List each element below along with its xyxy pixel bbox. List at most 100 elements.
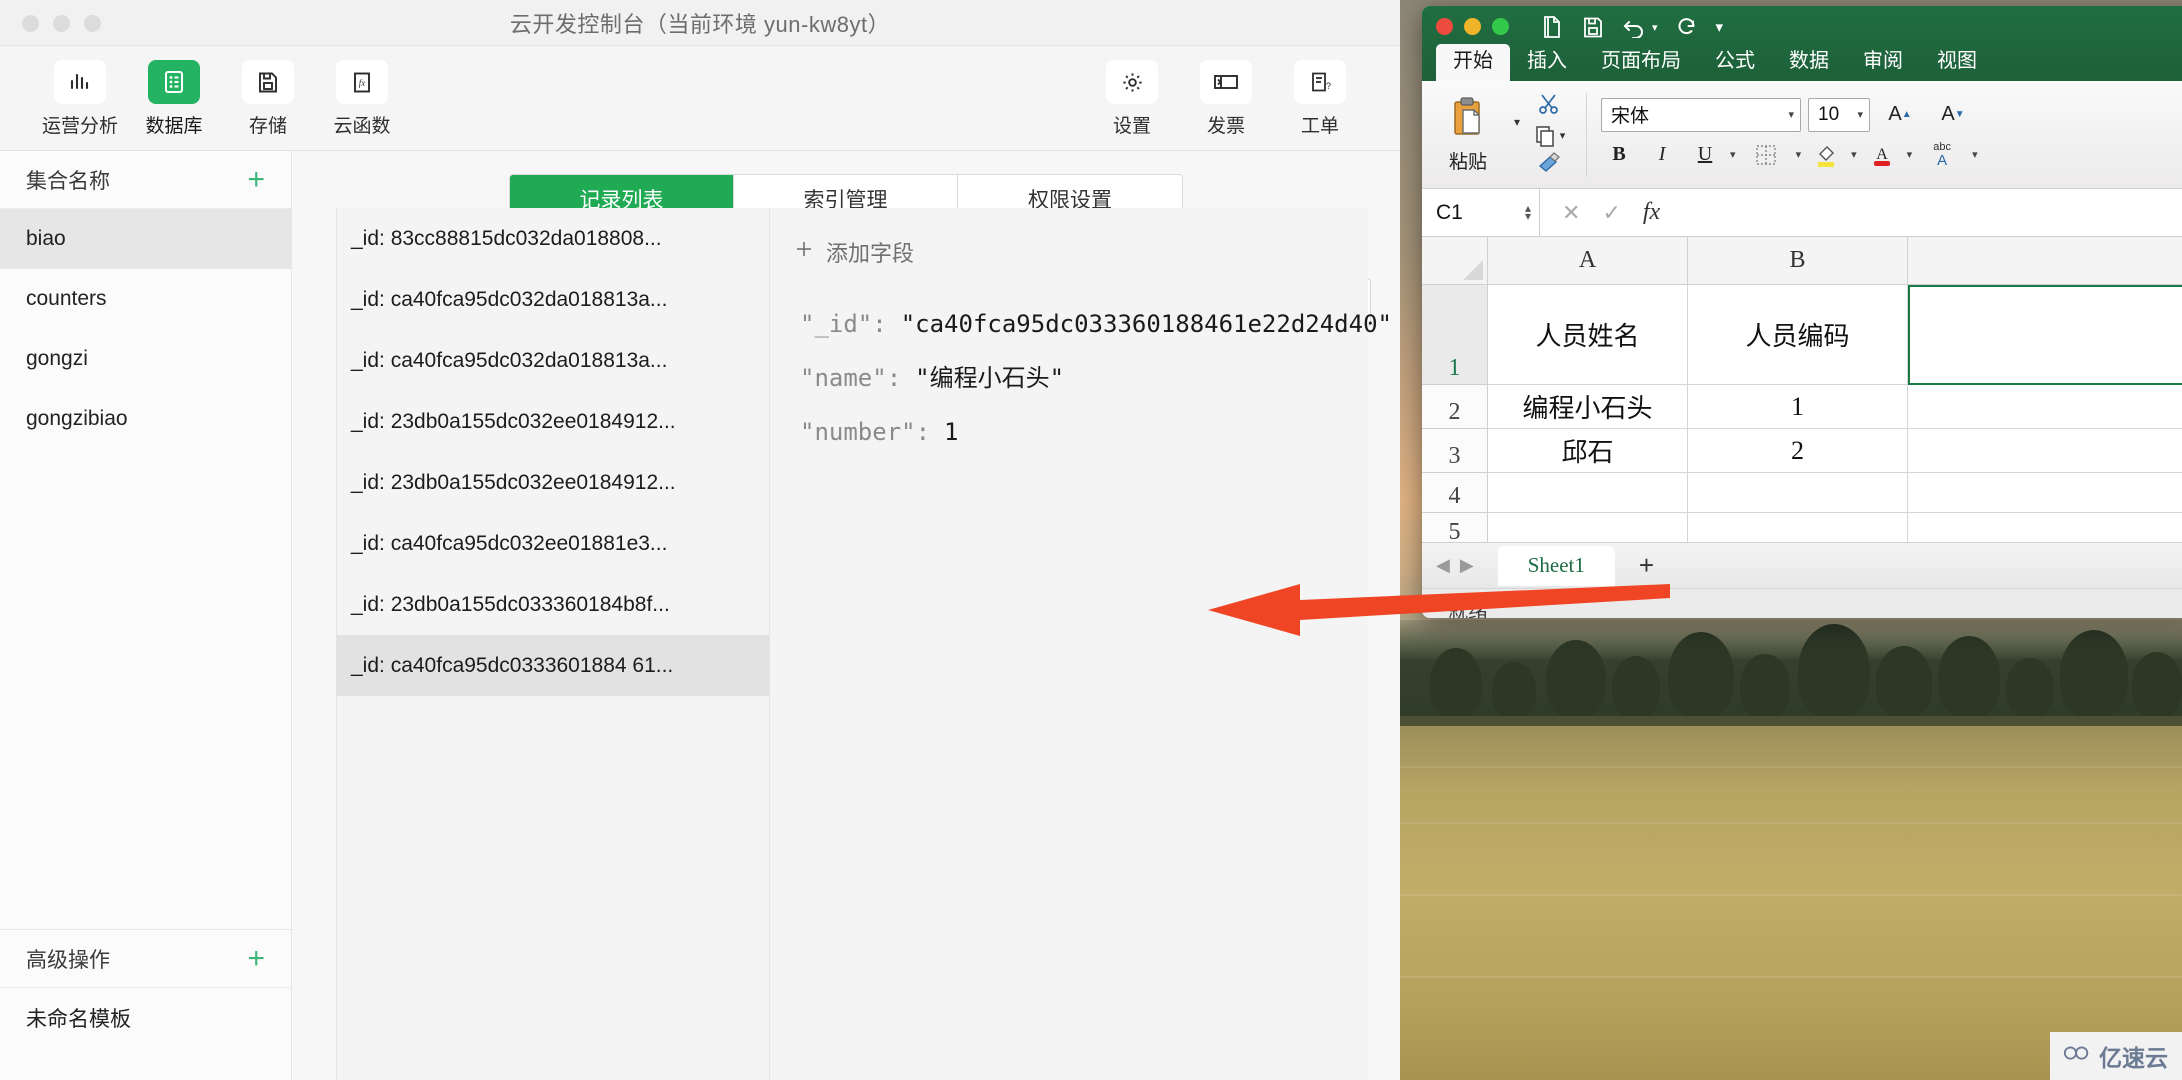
ribbon-tab-page-layout[interactable]: 页面布局 <box>1584 44 1698 81</box>
confirm-check-icon[interactable]: ✓ <box>1602 200 1620 226</box>
grow-font-icon[interactable]: A ▲ <box>1877 98 1923 132</box>
undo-icon[interactable]: ▾ <box>1622 16 1658 38</box>
borders-icon[interactable] <box>1743 138 1789 172</box>
record-list-item[interactable]: _id: 23db0a155dc032ee0184912... <box>337 391 769 452</box>
add-collection-plus-icon[interactable]: + <box>247 164 265 195</box>
font-color-dropdown-caret-icon[interactable]: ▾ <box>1907 148 1913 161</box>
fx-icon[interactable]: fx <box>1643 199 1660 226</box>
record-list-item[interactable]: _id: 83cc88815dc032da018808... <box>337 208 769 269</box>
spreadsheet-grid[interactable]: A B 1 2 3 4 5 人员姓名 人员编码 编程小石头 1 邱石 2 <box>1422 237 2182 542</box>
cell-c1[interactable] <box>1908 285 2182 385</box>
record-list-item-selected[interactable]: _id: ca40fca95dc0333601884 61... <box>337 635 769 696</box>
pinyin-guide-icon[interactable]: abc A <box>1919 138 1965 172</box>
column-header-b[interactable]: B <box>1688 237 1908 285</box>
column-header-c[interactable] <box>1908 237 2182 285</box>
cell-a5[interactable] <box>1488 513 1688 542</box>
close-button[interactable] <box>1436 18 1453 35</box>
ribbon-tab-view[interactable]: 视图 <box>1920 44 1994 81</box>
underline-dropdown-caret-icon[interactable]: ▾ <box>1730 148 1736 161</box>
toolbar-item-database[interactable]: 数据库 <box>130 54 218 138</box>
italic-button[interactable]: I <box>1644 138 1680 172</box>
cell-b1[interactable]: 人员编码 <box>1688 285 1908 385</box>
add-field-button[interactable]: 添加字段 <box>770 208 1368 268</box>
font-size-select[interactable]: 10 ▾ <box>1808 97 1871 132</box>
row-header-2[interactable]: 2 <box>1422 385 1488 429</box>
ribbon-tab-formulas[interactable]: 公式 <box>1698 44 1772 81</box>
cell-c3[interactable] <box>1908 429 2182 473</box>
nav-prev-icon[interactable]: ◀ <box>1436 555 1450 576</box>
scissors-icon[interactable] <box>1536 91 1562 122</box>
sidebar-item-gongzibiao[interactable]: gongzibiao <box>0 389 291 449</box>
toolbar-item-cloud-function[interactable]: fx 云函数 <box>318 54 406 138</box>
save-icon[interactable] <box>1581 15 1605 40</box>
add-sheet-plus-icon[interactable]: + <box>1639 550 1654 581</box>
name-box[interactable]: C1 ▴ ▾ <box>1422 189 1540 236</box>
row-header-5[interactable]: 5 <box>1422 513 1488 542</box>
add-advanced-plus-icon[interactable]: + <box>247 943 265 974</box>
cell-a1[interactable]: 人员姓名 <box>1488 285 1688 385</box>
toolbar-item-ticket[interactable]: ? 工单 <box>1276 54 1364 138</box>
cell-a2[interactable]: 编程小石头 <box>1488 385 1688 429</box>
cell-b3[interactable]: 2 <box>1688 429 1908 473</box>
paste-button[interactable]: 粘贴 <box>1422 81 1514 188</box>
maximize-button[interactable] <box>1492 18 1509 35</box>
fill-color-dropdown-caret-icon[interactable]: ▾ <box>1851 148 1857 161</box>
ribbon-tab-data[interactable]: 数据 <box>1772 44 1846 81</box>
gear-icon <box>1106 60 1158 104</box>
row-header-3[interactable]: 3 <box>1422 429 1488 473</box>
cell-c2[interactable] <box>1908 385 2182 429</box>
chevron-down-icon[interactable]: ▾ <box>1789 108 1795 121</box>
copy-dropdown-caret-icon[interactable]: ▾ <box>1560 129 1566 142</box>
pinyin-dropdown-caret-icon[interactable]: ▾ <box>1972 148 1978 161</box>
add-field-label: 添加字段 <box>826 241 915 266</box>
sidebar-item-biao[interactable]: biao <box>0 209 291 269</box>
select-all-corner[interactable] <box>1422 237 1488 285</box>
row-header-4[interactable]: 4 <box>1422 473 1488 513</box>
cell-c5[interactable] <box>1908 513 2182 542</box>
row-header-1[interactable]: 1 <box>1422 285 1488 385</box>
cancel-x-icon[interactable]: ✕ <box>1562 200 1580 226</box>
redo-icon[interactable] <box>1675 15 1699 39</box>
record-list-item[interactable]: _id: ca40fca95dc032da018813a... <box>337 330 769 391</box>
toolbar-item-invoice[interactable]: 发票 <box>1182 54 1270 138</box>
minimize-button[interactable] <box>1464 18 1481 35</box>
ribbon-tab-review[interactable]: 审阅 <box>1846 44 1920 81</box>
format-painter-icon[interactable] <box>1536 150 1562 179</box>
borders-dropdown-caret-icon[interactable]: ▾ <box>1796 148 1802 161</box>
font-name-select[interactable]: 宋体 ▾ <box>1601 97 1802 132</box>
sidebar-item-counters[interactable]: counters <box>0 269 291 329</box>
toolbar-item-settings[interactable]: 设置 <box>1088 54 1176 138</box>
sidebar-item-gongzi[interactable]: gongzi <box>0 329 291 389</box>
column-header-a[interactable]: A <box>1488 237 1688 285</box>
fill-color-icon[interactable] <box>1808 138 1844 172</box>
underline-button[interactable]: U <box>1687 138 1723 172</box>
bold-button[interactable]: B <box>1601 138 1637 172</box>
nav-next-icon[interactable]: ▶ <box>1460 555 1474 576</box>
cell-b2[interactable]: 1 <box>1688 385 1908 429</box>
record-list-item[interactable]: _id: ca40fca95dc032da018813a... <box>337 269 769 330</box>
record-list-item[interactable]: _id: 23db0a155dc032ee0184912... <box>337 452 769 513</box>
toolbar-item-storage[interactable]: 存储 <box>224 54 312 138</box>
record-list-panel[interactable]: _id: 83cc88815dc032da018808... _id: ca40… <box>336 208 770 1080</box>
cell-c4[interactable] <box>1908 473 2182 513</box>
cell-b5[interactable] <box>1688 513 1908 542</box>
sidebar-item-unnamed-template[interactable]: 未命名模板 <box>0 988 291 1048</box>
font-color-icon[interactable]: A <box>1864 138 1900 172</box>
record-list-item[interactable]: _id: 23db0a155dc033360184b8f... <box>337 574 769 635</box>
cell-a3[interactable]: 邱石 <box>1488 429 1688 473</box>
ribbon-tab-insert[interactable]: 插入 <box>1510 44 1584 81</box>
record-list-item[interactable]: _id: ca40fca95dc032ee01881e3... <box>337 513 769 574</box>
copy-icon[interactable]: ▾ <box>1533 124 1566 148</box>
sheet-tab-sheet1[interactable]: Sheet1 <box>1497 545 1615 586</box>
name-box-spinner-icon[interactable]: ▴ ▾ <box>1525 202 1531 222</box>
undo-dropdown-caret-icon[interactable]: ▾ <box>1652 21 1658 34</box>
ribbon-tab-home[interactable]: 开始 <box>1436 44 1510 81</box>
customize-qat-caret-icon[interactable]: ▾ <box>1716 18 1724 36</box>
cell-a4[interactable] <box>1488 473 1688 513</box>
shrink-font-icon[interactable]: A ▼ <box>1930 98 1976 132</box>
chevron-down-icon[interactable]: ▾ <box>1858 108 1864 121</box>
spreadsheet-traffic-lights[interactable] <box>1436 18 1509 35</box>
cell-b4[interactable] <box>1688 473 1908 513</box>
toolbar-item-analytics[interactable]: 运营分析 <box>36 54 124 138</box>
new-document-icon[interactable] <box>1540 14 1564 40</box>
